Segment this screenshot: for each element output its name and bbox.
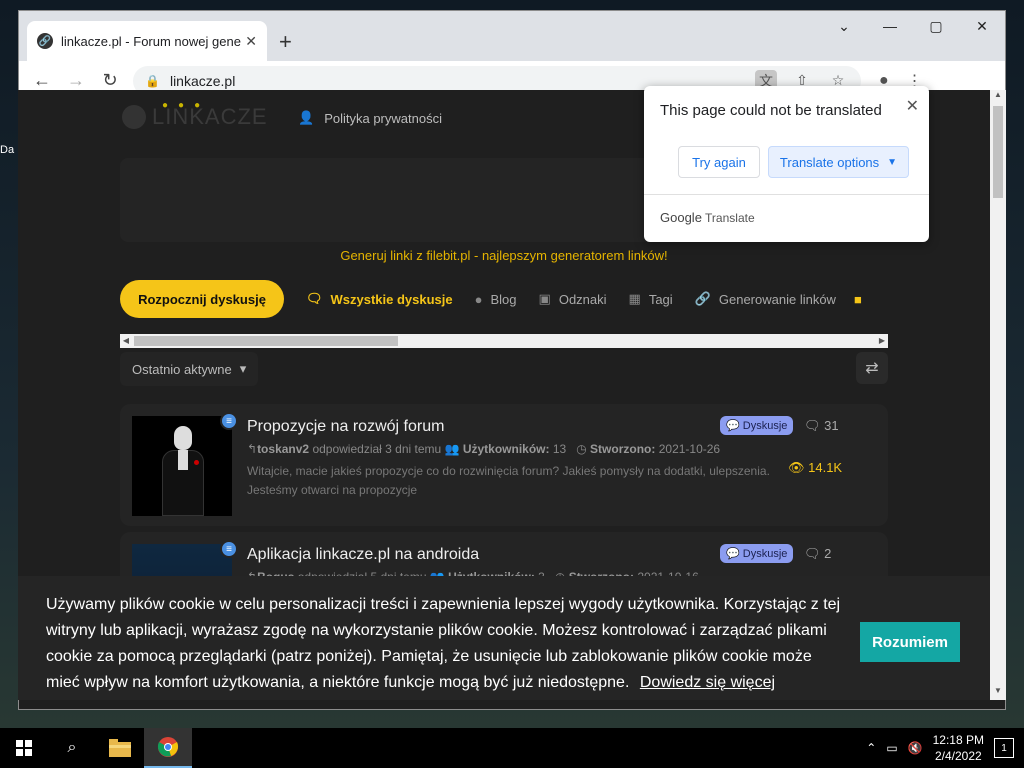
discussion-avatar[interactable] [132, 416, 232, 516]
tab-search-icon[interactable]: ⌄ [821, 11, 867, 41]
sort-dropdown[interactable]: Ostatnio aktywne ▾ [120, 352, 259, 386]
start-discussion-button[interactable]: Rozpocznij dyskusję [120, 280, 284, 318]
nav-all-discussions[interactable]: 🗨 Wszystkie dyskusje [306, 291, 453, 307]
url-text: linkacze.pl [169, 72, 236, 89]
layers-icon: ≡ [220, 412, 238, 430]
close-window-button[interactable]: ✕ [959, 11, 1005, 41]
cookie-accept-button[interactable]: Rozumiem [860, 622, 960, 662]
forum-nav: Rozpocznij dyskusję 🗨 Wszystkie dyskusje… [120, 280, 888, 318]
new-tab-button[interactable]: + [279, 29, 292, 55]
users-icon: 👥 [444, 442, 460, 456]
chevron-up-icon[interactable]: ⌃ [866, 741, 876, 755]
notification-icon[interactable]: 1 [994, 738, 1014, 758]
favicon-icon: 🔗 [37, 33, 53, 49]
horizontal-scrollbar[interactable]: ◀ ▶ [120, 334, 888, 348]
tab-title: linkacze.pl - Forum nowej generac [61, 33, 241, 49]
layers-icon: ≡ [220, 540, 238, 558]
window-controls: ⌄ — ▢ ✕ [821, 11, 1005, 41]
reply-count: 🗨 31 [804, 418, 839, 433]
category-badge[interactable]: 💬 Dyskusje [720, 416, 794, 435]
vertical-scrollbar[interactable]: ▲ ▼ [990, 90, 1006, 700]
network-icon[interactable]: ▭ [886, 741, 897, 755]
grid-icon: ▦ [628, 291, 641, 306]
nav-blog[interactable]: ● Blog [475, 292, 517, 307]
chrome-icon[interactable] [144, 728, 192, 768]
minimize-button[interactable]: — [867, 11, 913, 41]
logo-link-icon [122, 105, 146, 129]
search-icon[interactable]: ⌕ [48, 728, 96, 768]
privacy-link[interactable]: 👤 Polityka prywatności [298, 110, 442, 126]
tab-close-icon[interactable]: ✕ [245, 33, 257, 50]
badge-icon: ▣ [538, 291, 551, 306]
tab-linkacze[interactable]: 🔗 linkacze.pl - Forum nowej generac ✕ [27, 21, 267, 61]
divider [644, 194, 929, 195]
user-shield-icon: 👤 [298, 110, 315, 125]
cookie-text: Używamy plików cookie w celu personaliza… [46, 596, 841, 691]
nav-link-generator[interactable]: 🔗 Generowanie linków [695, 291, 836, 307]
reply-count: 🗨 2 [804, 546, 832, 561]
view-count: 👁 14.1K [788, 460, 843, 475]
discussion-meta: ↰toskanv2 odpowiedział 3 dni temu 👥 Użyt… [247, 442, 721, 456]
logo-dots: ●●● [162, 100, 211, 111]
refresh-button[interactable]: ⇄ [856, 352, 888, 384]
scroll-thumb[interactable] [993, 106, 1003, 198]
scroll-down-arrow[interactable]: ▼ [990, 686, 1006, 700]
google-translate-brand: Google Translate [660, 210, 755, 225]
category-badge[interactable]: 💬 Dyskusje [720, 544, 794, 563]
start-button[interactable] [0, 728, 48, 768]
scroll-thumb[interactable] [134, 336, 398, 346]
comment-icon: ● [474, 291, 483, 307]
scroll-right-arrow[interactable]: ▶ [876, 334, 888, 348]
discussion-title[interactable]: Aplikacja linkacze.pl na androida [247, 546, 479, 564]
desktop-side-text: Da [0, 144, 15, 156]
lock-icon[interactable]: 🔒 [145, 74, 160, 88]
taskbar: ⌕ ⌃ ▭ 🔇 12:18 PM 2/4/2022 1 [0, 728, 1024, 768]
reply-icon: ↰ [247, 442, 258, 456]
maximize-button[interactable]: ▢ [913, 11, 959, 41]
system-tray: ⌃ ▭ 🔇 12:18 PM 2/4/2022 1 [866, 728, 1014, 768]
discussion-title[interactable]: Propozycje na rozwój forum [247, 418, 444, 436]
cookie-banner: Używamy plików cookie w celu personaliza… [18, 576, 990, 700]
link-icon: 🔗 [694, 291, 711, 306]
nav-more-icon[interactable]: ■ [854, 292, 862, 307]
clock[interactable]: 12:18 PM 2/4/2022 [933, 732, 984, 764]
chat-icon: 🗨 [306, 291, 323, 306]
close-popup-icon[interactable]: ✕ [906, 96, 919, 116]
nav-badges[interactable]: ▣ Odznaki [539, 291, 607, 307]
windows-icon [16, 740, 32, 756]
try-again-button[interactable]: Try again [678, 146, 760, 178]
translate-message: This page could not be translated [660, 102, 882, 119]
promo-link[interactable]: Generuj linki z filebit.pl - najlepszym … [18, 248, 990, 263]
volume-muted-icon[interactable]: 🔇 [908, 741, 923, 755]
caret-down-icon: ▾ [239, 361, 247, 376]
translate-options-button[interactable]: Translate options ▼ [768, 146, 909, 178]
clock-icon: ◷ [576, 442, 587, 456]
discussion-excerpt: Witajcie, macie jakieś propozycje co do … [247, 464, 770, 497]
translate-popup: This page could not be translated ✕ Try … [644, 86, 929, 242]
discussion-card[interactable]: ≡ Propozycje na rozwój forum ↰toskanv2 o… [120, 404, 888, 526]
scroll-left-arrow[interactable]: ◀ [120, 334, 132, 348]
tab-bar: 🔗 linkacze.pl - Forum nowej generac ✕ + … [19, 11, 1005, 61]
site-logo[interactable]: LINKACZE ●●● [122, 100, 268, 130]
dropdown-triangle-icon: ▼ [887, 156, 898, 168]
discussion-author: toskanv2 [257, 442, 310, 456]
learn-more-link[interactable]: Dowiedz się więcej [640, 674, 775, 691]
nav-tags[interactable]: ▦ Tagi [629, 291, 673, 307]
file-explorer-icon[interactable] [96, 728, 144, 768]
scroll-up-arrow[interactable]: ▲ [990, 90, 1006, 104]
